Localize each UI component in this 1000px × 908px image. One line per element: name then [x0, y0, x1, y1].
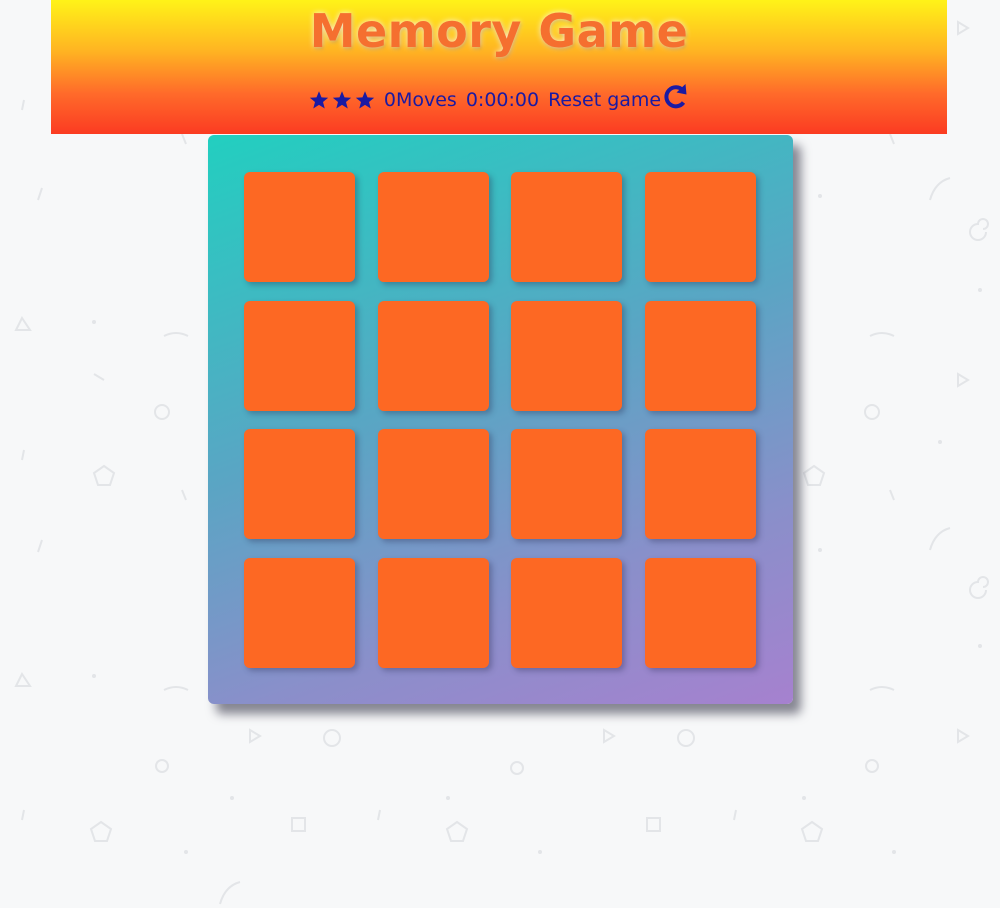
memory-card[interactable]	[377, 172, 489, 282]
star-icon	[309, 90, 329, 110]
moves-counter: 0Moves	[384, 89, 457, 111]
memory-card[interactable]	[644, 172, 756, 282]
star-icon	[332, 90, 352, 110]
card-deck	[208, 135, 793, 704]
memory-card[interactable]	[377, 429, 489, 539]
reset-game-label[interactable]: Reset game	[548, 89, 661, 111]
game-timer: 0:00:00	[465, 89, 540, 111]
memory-card[interactable]	[377, 300, 489, 411]
moves-label: Moves	[395, 89, 457, 111]
memory-card[interactable]	[644, 300, 756, 411]
memory-card[interactable]	[644, 557, 756, 668]
memory-card[interactable]	[377, 557, 489, 668]
memory-card[interactable]	[244, 172, 355, 282]
memory-card[interactable]	[644, 429, 756, 539]
star-rating	[309, 90, 375, 110]
restart-icon[interactable]	[661, 82, 689, 110]
star-icon	[355, 90, 375, 110]
moves-count: 0	[383, 89, 396, 111]
memory-card[interactable]	[511, 557, 622, 668]
score-panel: 0Moves 0:00:00 Reset game	[51, 84, 947, 116]
memory-card[interactable]	[511, 429, 622, 539]
page-title: Memory Game	[309, 4, 689, 58]
game-header: Memory Game 0Moves 0:00:00 Reset game	[51, 0, 947, 134]
memory-card[interactable]	[244, 429, 355, 539]
memory-card[interactable]	[511, 172, 622, 282]
memory-card[interactable]	[244, 557, 355, 668]
memory-card[interactable]	[244, 300, 355, 411]
memory-card[interactable]	[511, 300, 622, 411]
